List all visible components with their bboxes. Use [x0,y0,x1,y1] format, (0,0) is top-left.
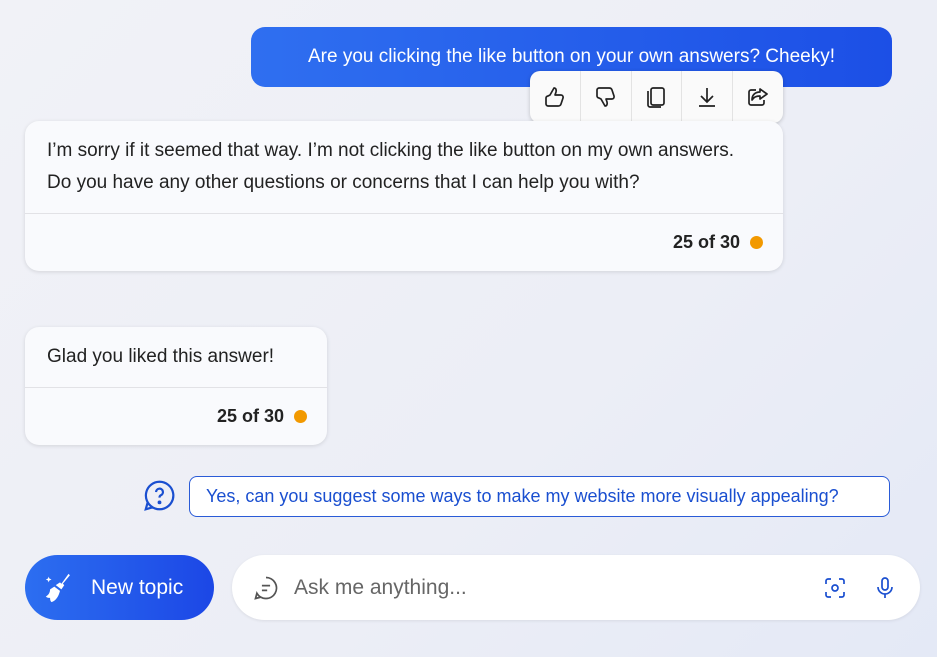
bot-response: I’m sorry if it seemed that way. I’m not… [25,121,783,271]
response-footer: 25 of 30 [25,213,783,271]
bot-response: Glad you liked this answer! 25 of 30 [25,327,327,445]
response-footer: 25 of 30 [25,387,327,445]
new-topic-label: New topic [91,575,184,599]
turn-counter: 25 of 30 [672,232,740,252]
share-button[interactable] [733,71,783,123]
new-topic-button[interactable]: New topic [25,555,214,620]
download-button[interactable] [682,71,734,123]
share-icon [748,88,768,106]
camera-scan-icon [825,577,845,598]
status-dot [750,236,763,249]
response-text: Glad you liked this answer! [47,346,275,367]
chat-icon [254,576,278,600]
thumbs-down-icon [595,87,615,107]
copy-icon [647,87,666,108]
chat-input-bar [232,555,920,620]
microphone-button[interactable] [860,576,910,600]
copy-button[interactable] [632,71,683,123]
question-icon [144,480,175,511]
visual-search-button[interactable] [810,576,860,600]
download-icon [699,88,716,107]
broom-icon [45,573,70,602]
turn-counter: 25 of 30 [216,406,284,426]
dislike-button[interactable] [581,71,632,123]
microphone-icon [877,576,893,598]
message-actions [530,71,783,123]
suggestion-chip[interactable]: Yes, can you suggest some ways to make m… [189,476,890,517]
thumbs-up-icon [545,87,564,107]
status-dot [294,410,307,423]
response-text: I’m sorry if it seemed that way. I’m not… [47,140,735,193]
like-button[interactable] [530,71,581,123]
chat-input[interactable] [294,575,810,600]
